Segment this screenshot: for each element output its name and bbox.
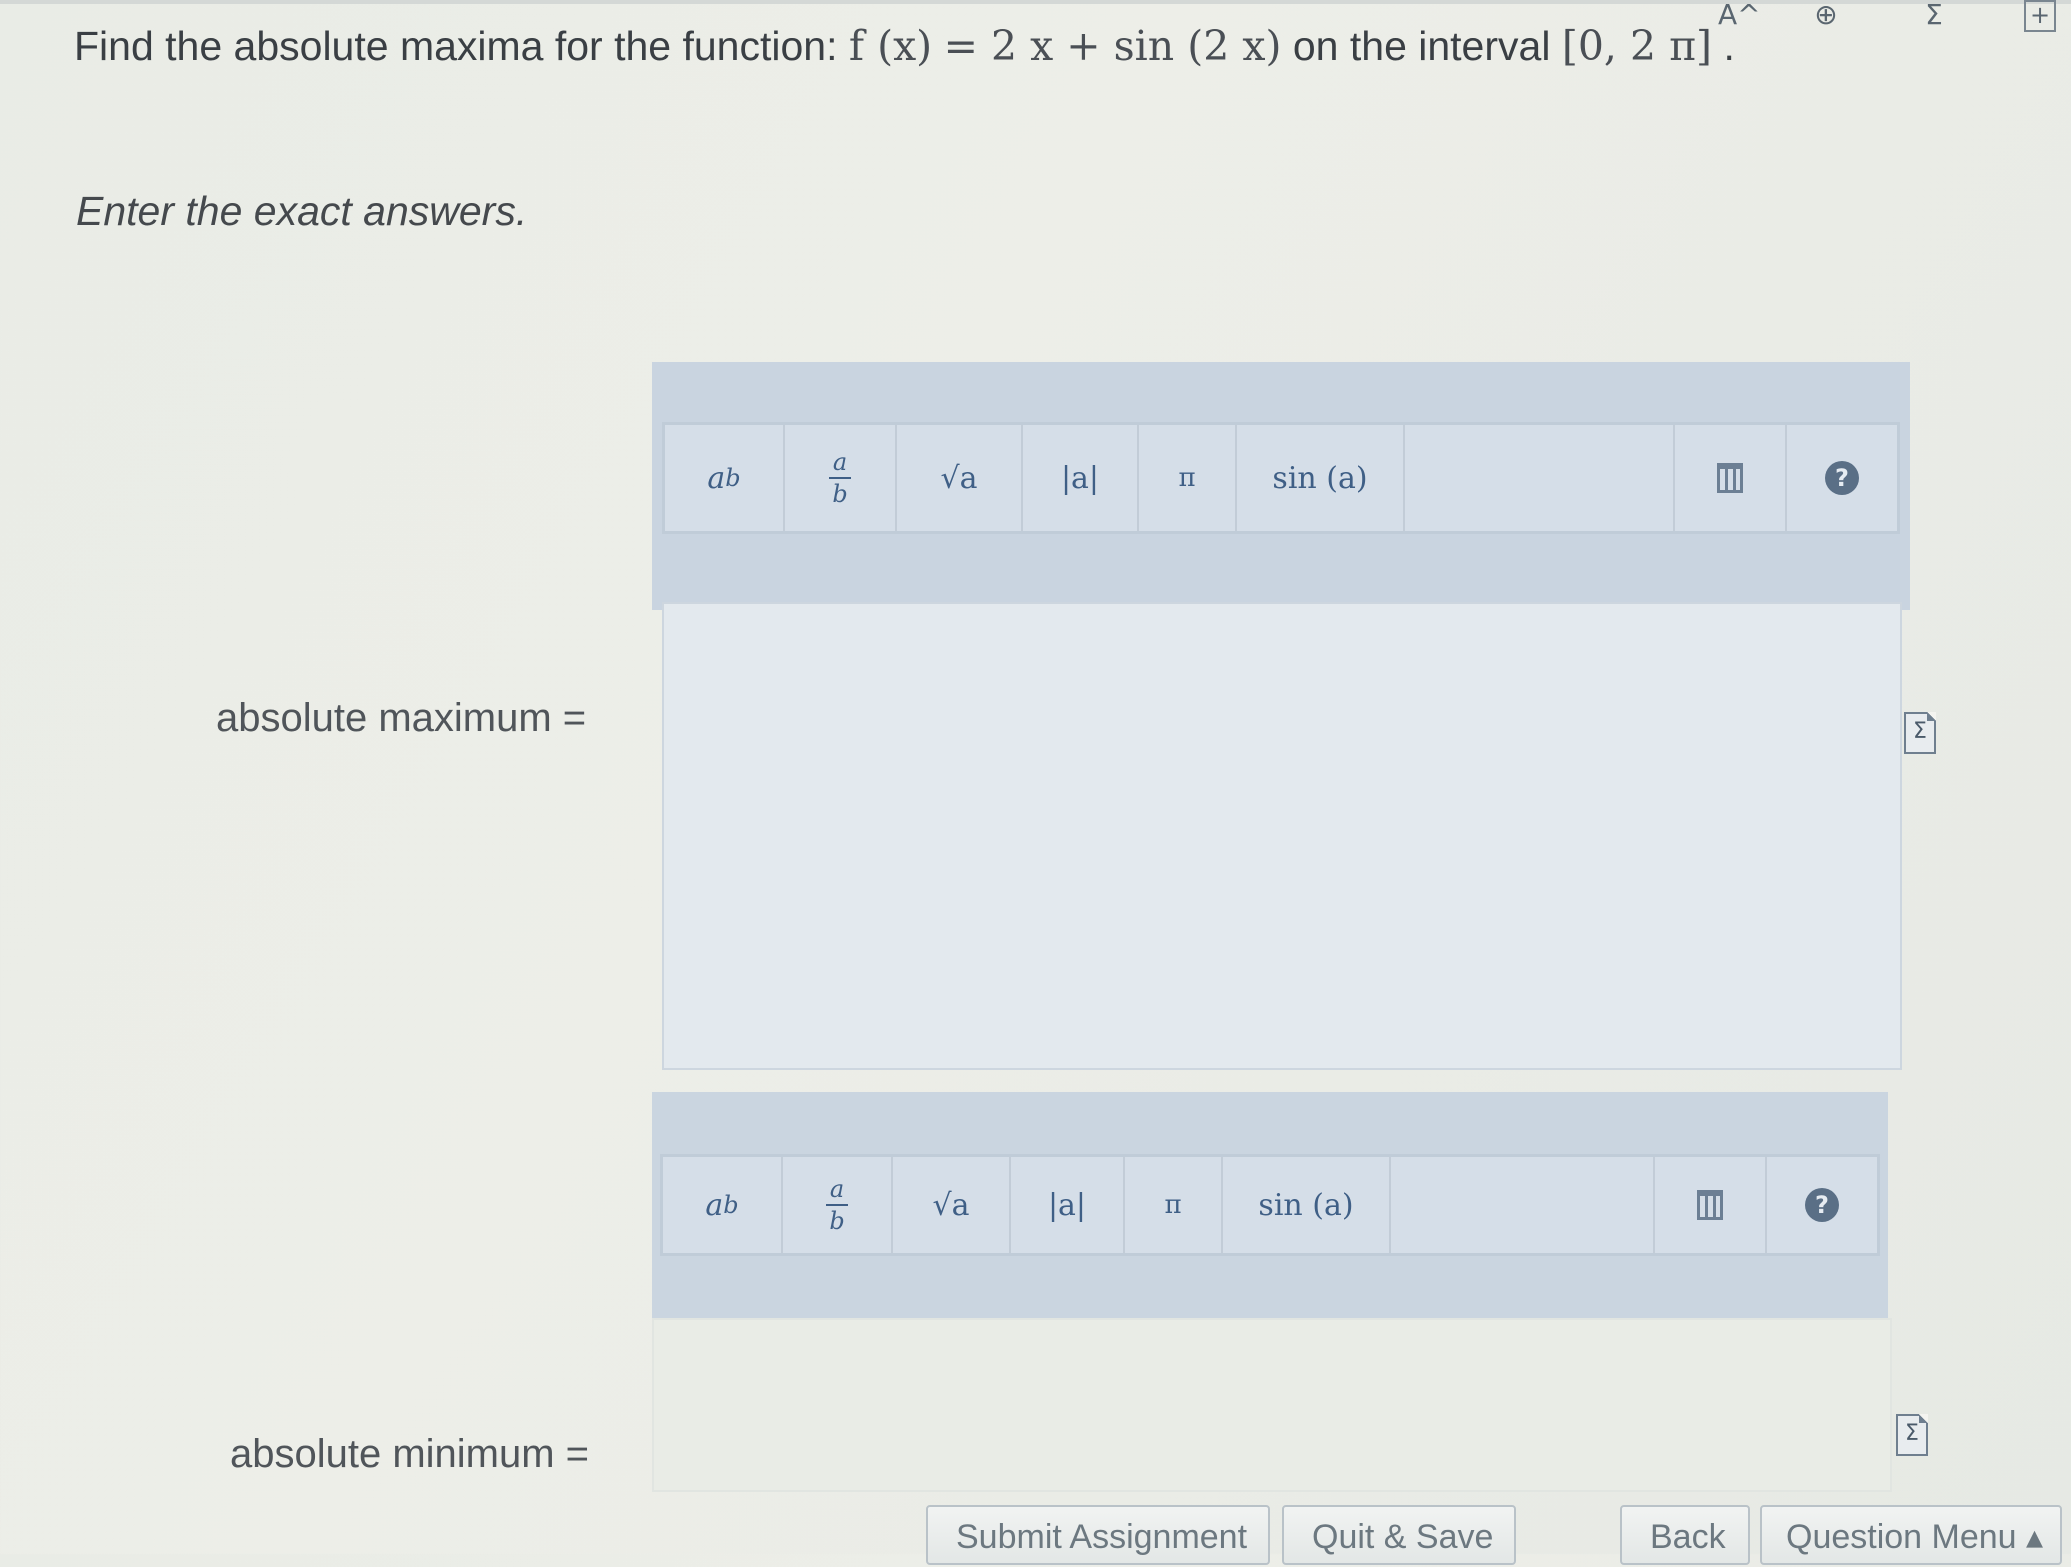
clear-button[interactable]	[1675, 425, 1787, 531]
back-button[interactable]: Back	[1620, 1505, 1750, 1565]
absolute-maximum-input[interactable]	[662, 602, 1902, 1070]
fraction-button-2[interactable]: a b	[783, 1157, 893, 1253]
absolute-minimum-input[interactable]	[652, 1318, 1892, 1492]
maximum-equation-editor: ab a b √a |a| π sin (a) ?	[652, 362, 1910, 610]
help-button-2[interactable]: ?	[1767, 1157, 1877, 1253]
interval: [0, 2 π]	[1561, 22, 1713, 70]
power-button-2[interactable]: ab	[663, 1157, 783, 1253]
power-button[interactable]: ab	[665, 425, 785, 531]
math-toolbar: ab a b √a |a| π sin (a) ?	[662, 422, 1900, 534]
trash-icon	[1697, 1190, 1723, 1220]
fraction-denominator: b	[832, 480, 848, 508]
toolbar-spacer-2	[1391, 1157, 1655, 1253]
sqrt-button[interactable]: √a	[897, 425, 1023, 531]
fraction-button[interactable]: a b	[785, 425, 897, 531]
trash-icon	[1717, 463, 1743, 493]
power-exponent-2: b	[723, 1191, 739, 1219]
absolute-maximum-label: absolute maximum =	[216, 696, 587, 740]
sin-button-2[interactable]: sin (a)	[1223, 1157, 1391, 1253]
absolute-value-button[interactable]: |a|	[1023, 425, 1139, 531]
math-toolbar-2: ab a b √a |a| π sin (a) ?	[660, 1154, 1880, 1256]
help-icon: ?	[1825, 461, 1859, 495]
fraction-denominator-2: b	[829, 1207, 845, 1235]
sin-button[interactable]: sin (a)	[1237, 425, 1405, 531]
formula-list-icon[interactable]: Σ	[1914, 0, 1954, 34]
minimum-equation-editor: ab a b √a |a| π sin (a) ?	[652, 1092, 1888, 1318]
quit-and-save-button[interactable]: Quit & Save	[1282, 1505, 1516, 1565]
absolute-minimum-label: absolute minimum =	[230, 1432, 590, 1476]
question-end: .	[1723, 23, 1735, 69]
add-icon[interactable]: +	[2024, 0, 2056, 32]
question-menu-button[interactable]: Question Menu ▴	[1760, 1505, 2062, 1565]
power-exponent: b	[725, 464, 741, 492]
sigma-equation-icon[interactable]: Σ	[1896, 1414, 1928, 1456]
function-lhs: f (x)	[848, 22, 933, 70]
pi-button[interactable]: π	[1139, 425, 1237, 531]
power-base-2: a	[705, 1187, 724, 1223]
instruction-text: Enter the exact answers.	[76, 188, 528, 234]
sigma-equation-icon[interactable]: Σ	[1904, 712, 1936, 754]
fraction-numerator-2: a	[825, 1174, 849, 1206]
help-button[interactable]: ?	[1787, 425, 1897, 531]
clear-button-2[interactable]	[1655, 1157, 1767, 1253]
submit-assignment-button[interactable]: Submit Assignment	[926, 1505, 1270, 1565]
function-rhs: = 2 x + sin (2 x)	[943, 22, 1282, 70]
question-prefix: Find the absolute maxima for the functio…	[74, 23, 849, 69]
sqrt-button-2[interactable]: √a	[893, 1157, 1011, 1253]
question-text: Find the absolute maxima for the functio…	[74, 22, 1735, 70]
help-icon: ?	[1805, 1188, 1839, 1222]
pi-button-2[interactable]: π	[1125, 1157, 1223, 1253]
toolbar-spacer	[1405, 425, 1675, 531]
power-base: a	[707, 460, 726, 496]
fraction-numerator: a	[828, 447, 852, 479]
absolute-value-button-2[interactable]: |a|	[1011, 1157, 1125, 1253]
question-middle: on the interval	[1292, 23, 1562, 69]
zoom-icon[interactable]: ⊕	[1806, 0, 1846, 34]
